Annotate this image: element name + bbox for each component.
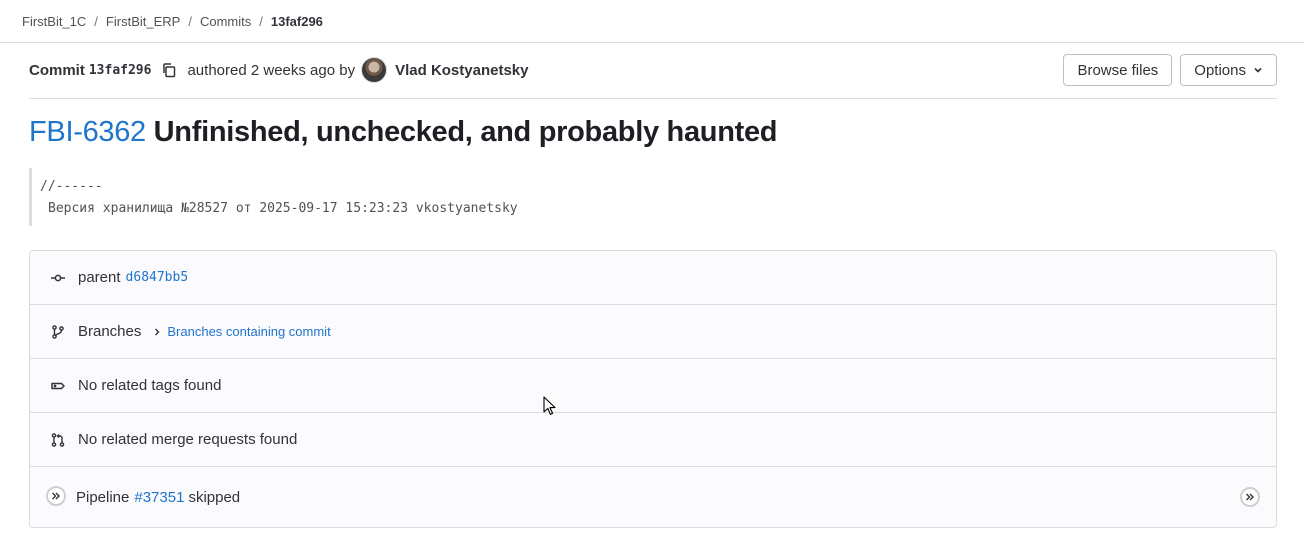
breadcrumb-divider xyxy=(0,42,1304,43)
merge-requests-text: No related merge requests found xyxy=(78,431,298,448)
options-label: Options xyxy=(1194,61,1246,79)
copy-icon[interactable] xyxy=(161,62,177,78)
branches-containing-commit-toggle[interactable]: Branches containing commit xyxy=(153,324,331,339)
avatar[interactable] xyxy=(361,57,388,83)
branch-icon xyxy=(50,324,66,340)
pipeline-skipped-icon[interactable] xyxy=(46,486,68,508)
parent-row: parent d6847bb5 xyxy=(30,251,1276,305)
pipeline-label: Pipeline xyxy=(76,488,130,506)
author-name[interactable]: Vlad Kostyanetsky xyxy=(395,62,528,79)
label-icon xyxy=(50,378,66,394)
breadcrumb-project[interactable]: FirstBit_ERP xyxy=(106,14,180,29)
tags-row: No related tags found xyxy=(30,359,1276,413)
chevron-down-icon xyxy=(1253,65,1263,75)
branches-link-text: Branches containing commit xyxy=(167,324,331,339)
parent-label: parent xyxy=(78,269,121,286)
browse-files-label: Browse files xyxy=(1077,61,1159,79)
tags-text: No related tags found xyxy=(78,377,222,394)
breadcrumb-separator: / xyxy=(188,13,192,29)
mouse-pointer-icon xyxy=(543,396,557,421)
branches-row: Branches Branches containing commit xyxy=(30,305,1276,359)
commit-header: Commit 13faf296 authored 2 weeks ago by … xyxy=(29,54,1277,86)
breadcrumb-project-group[interactable]: FirstBit_1C xyxy=(22,14,86,29)
description-line-2: Версия хранилища №28527 от 2025-09-17 15… xyxy=(48,201,518,216)
breadcrumb-commits[interactable]: Commits xyxy=(200,14,251,29)
description-line-1: //------ xyxy=(40,179,103,194)
commit-info-panel: parent d6847bb5 Branches Branches contai… xyxy=(29,250,1277,528)
breadcrumb-separator: / xyxy=(259,13,263,29)
merge-requests-row: No related merge requests found xyxy=(30,413,1276,467)
parent-sha-link[interactable]: d6847bb5 xyxy=(126,270,189,285)
commit-sha: 13faf296 xyxy=(88,62,152,78)
options-dropdown-button[interactable]: Options xyxy=(1180,54,1277,86)
pipeline-status-text: skipped xyxy=(188,488,241,506)
commit-icon xyxy=(50,270,66,286)
commit-title: FBI-6362 Unfinished, unchecked, and prob… xyxy=(29,116,778,149)
chevron-right-icon xyxy=(155,328,160,335)
branches-label: Branches xyxy=(78,323,142,340)
commit-label: Commit xyxy=(29,61,85,79)
pipeline-row: Pipeline #37351 skipped xyxy=(30,467,1276,527)
issue-link[interactable]: FBI-6362 xyxy=(29,116,146,148)
breadcrumb: FirstBit_1C / FirstBit_ERP / Commits / 1… xyxy=(22,0,1304,42)
commit-description: //------ Версия хранилища №28527 от 2025… xyxy=(29,168,729,226)
authored-text: authored 2 weeks ago by xyxy=(187,61,356,79)
merge-request-icon xyxy=(50,432,66,448)
pipeline-id-link[interactable]: #37351 xyxy=(134,489,184,506)
breadcrumb-separator: / xyxy=(94,13,98,29)
commit-title-text: Unfinished, unchecked, and probably haun… xyxy=(153,116,778,148)
browse-files-button[interactable]: Browse files xyxy=(1063,54,1173,86)
breadcrumb-current-commit[interactable]: 13faf296 xyxy=(271,14,323,29)
header-divider xyxy=(29,98,1277,99)
pipeline-stage-skipped-icon[interactable] xyxy=(1240,487,1260,507)
